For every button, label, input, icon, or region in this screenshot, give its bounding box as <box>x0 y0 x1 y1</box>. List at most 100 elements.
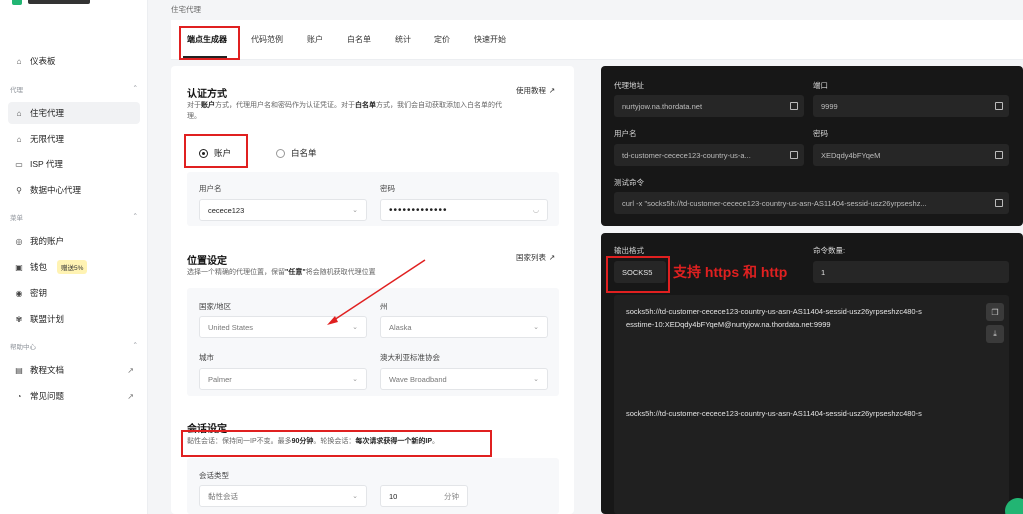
sidebar-section-proxy[interactable]: 代理 ⌃ <box>10 84 138 94</box>
chevron-up-icon: ⌃ <box>132 213 138 220</box>
username-select[interactable]: cecece123 ⌄ <box>199 199 367 221</box>
command-text-next: socks5h://td-customer-cecece123-country-… <box>626 409 922 418</box>
sidebar-item-affiliate[interactable]: ✾ 联盟计划 <box>8 308 140 330</box>
external-link-icon: ↗ <box>549 86 556 95</box>
city-select[interactable]: Palmer ⌄ <box>199 368 367 390</box>
copy-icon[interactable] <box>995 199 1003 207</box>
sidebar-section-menu[interactable]: 菜单 ⌃ <box>10 212 138 222</box>
wallet-icon: ▣ <box>15 262 23 272</box>
download-icon: ⤓ <box>993 329 997 338</box>
copy-icon[interactable] <box>790 102 798 110</box>
annotation-label: 支持 https 和 http <box>673 264 788 280</box>
copy-icon[interactable] <box>995 151 1003 159</box>
command-text: socks5h://td-customer-cecece123-country-… <box>626 307 922 329</box>
logo-mark-icon <box>12 0 22 5</box>
sidebar-item-keys[interactable]: ◉ 密钥 <box>8 282 140 304</box>
tab-pricing[interactable]: 定价 <box>434 34 450 45</box>
chevron-down-icon: ⌄ <box>352 493 358 500</box>
affiliate-icon: ✾ <box>15 314 23 324</box>
session-minutes-input[interactable]: 10 分钟 <box>380 485 468 507</box>
password-label: 密码 <box>380 184 395 193</box>
sidebar: ⌂ 仪表板 代理 ⌃ ⌂ 住宅代理 ⌂ 无限代理 ▭ ISP 代理 ⚲ 数据中心… <box>0 0 148 514</box>
copy-icon[interactable] <box>995 102 1003 110</box>
sidebar-item-account[interactable]: ◎ 我的账户 <box>8 230 140 252</box>
chevron-down-icon: ⌄ <box>533 324 539 331</box>
test-command-field[interactable]: curl -x "socks5h://td-customer-cecece123… <box>614 192 1009 214</box>
annotation-box-tab <box>179 26 240 60</box>
session-type-label: 会话类型 <box>199 471 229 480</box>
home-icon: ⌂ <box>16 56 22 66</box>
breadcrumb: 住宅代理 <box>171 5 201 14</box>
key-icon: ◉ <box>15 288 23 298</box>
count-input[interactable]: 1 <box>813 261 1009 283</box>
sidebar-item-docs[interactable]: ▤ 教程文档 ↗ <box>8 359 140 381</box>
asn-select[interactable]: Wave Broadband ⌄ <box>380 368 548 390</box>
chevron-down-icon: ⌄ <box>352 376 358 383</box>
user-label: 用户名 <box>614 129 637 138</box>
chevron-up-icon: ⌃ <box>132 342 138 349</box>
tutorial-link[interactable]: 使用教程 ↗ <box>516 85 555 96</box>
auth-description: 对于账户方式，代理用户名和密码作为认证凭证。对于白名单方式，我们会自动获取添加入… <box>187 102 502 120</box>
host-label: 代理地址 <box>614 81 644 90</box>
external-link-icon: ↗ <box>127 391 134 401</box>
tab-account[interactable]: 账户 <box>307 34 323 45</box>
asn-label: 澳大利亚标准协会 <box>380 353 440 362</box>
city-label: 城市 <box>199 353 214 362</box>
chevron-up-icon: ⌃ <box>132 85 138 92</box>
pass-field[interactable]: XEDqdy4bFYqeM <box>813 144 1009 166</box>
location-title: 位置设定 <box>187 256 227 267</box>
annotation-box-session <box>181 430 492 457</box>
password-field[interactable]: ••••••••••••• ◡ <box>380 199 548 221</box>
faq-icon: ◔ <box>16 391 22 401</box>
format-label: 输出格式 <box>614 246 644 255</box>
user-circle-icon: ◎ <box>15 236 23 246</box>
sidebar-item-datacenter[interactable]: ⚲ 数据中心代理 <box>8 179 140 201</box>
annotation-box-account <box>184 134 248 168</box>
chevron-down-icon: ⌄ <box>533 376 539 383</box>
port-label: 端口 <box>813 81 828 90</box>
datacenter-icon: ⚲ <box>16 185 22 195</box>
unlimited-proxy-icon: ⌂ <box>16 134 22 144</box>
isp-icon: ▭ <box>15 159 23 169</box>
logo-wordmark <box>28 0 90 4</box>
radio-unselected-icon <box>276 148 285 158</box>
copy-command-button[interactable]: ❐ <box>986 303 1004 321</box>
sidebar-item-wallet[interactable]: ▣ 钱包 赠送5% <box>8 256 140 278</box>
residential-proxy-icon: ⌂ <box>16 108 22 118</box>
download-button[interactable]: ⤓ <box>986 325 1004 343</box>
session-type-select[interactable]: 黏性会话 ⌄ <box>199 485 367 507</box>
tab-bar: 端点生成器 代码范例 账户 白名单 统计 定价 快速开始 <box>171 20 1023 60</box>
sidebar-item-isp[interactable]: ▭ ISP 代理 <box>8 153 140 175</box>
copy-icon: ❐ <box>991 307 999 317</box>
port-field[interactable]: 9999 <box>813 95 1009 117</box>
country-list-link[interactable]: 国家列表 ↗ <box>516 252 555 263</box>
copy-icon[interactable] <box>790 151 798 159</box>
country-label: 国家/地区 <box>199 302 232 311</box>
tab-code-examples[interactable]: 代码范例 <box>251 34 283 45</box>
sidebar-item-faq[interactable]: ◔ 常见问题 ↗ <box>8 385 140 407</box>
command-output[interactable]: socks5h://td-customer-cecece123-country-… <box>614 295 1009 514</box>
sidebar-item-dashboard[interactable]: ⌂ 仪表板 <box>8 50 140 72</box>
sidebar-section-help[interactable]: 帮助中心 ⌃ <box>10 341 138 351</box>
annotation-box-format <box>606 256 670 293</box>
sidebar-item-residential[interactable]: ⌂ 住宅代理 <box>8 102 140 124</box>
tab-statistics[interactable]: 统计 <box>395 34 411 45</box>
pass-label: 密码 <box>813 129 828 138</box>
auth-title: 认证方式 <box>187 89 227 100</box>
app-logo[interactable] <box>12 0 90 6</box>
user-field[interactable]: td-customer-cecece123-country-us-a... <box>614 144 804 166</box>
external-link-icon: ↗ <box>549 253 556 262</box>
test-command-label: 测试命令 <box>614 178 644 187</box>
eye-toggle-icon[interactable]: ◡ <box>533 206 539 214</box>
username-label: 用户名 <box>199 184 222 193</box>
tab-whitelist[interactable]: 白名单 <box>347 34 371 45</box>
chevron-down-icon: ⌄ <box>352 207 358 214</box>
sidebar-item-unlimited[interactable]: ⌂ 无限代理 <box>8 128 140 150</box>
tab-quick-start[interactable]: 快速开始 <box>474 34 506 45</box>
radio-whitelist[interactable]: 白名单 <box>276 147 317 159</box>
host-field[interactable]: nurtyjow.na.thordata.net <box>614 95 804 117</box>
count-label: 命令数量: <box>813 246 846 255</box>
document-icon: ▤ <box>15 365 23 375</box>
wallet-bonus-badge: 赠送5% <box>57 260 88 274</box>
annotation-arrow <box>327 259 426 325</box>
